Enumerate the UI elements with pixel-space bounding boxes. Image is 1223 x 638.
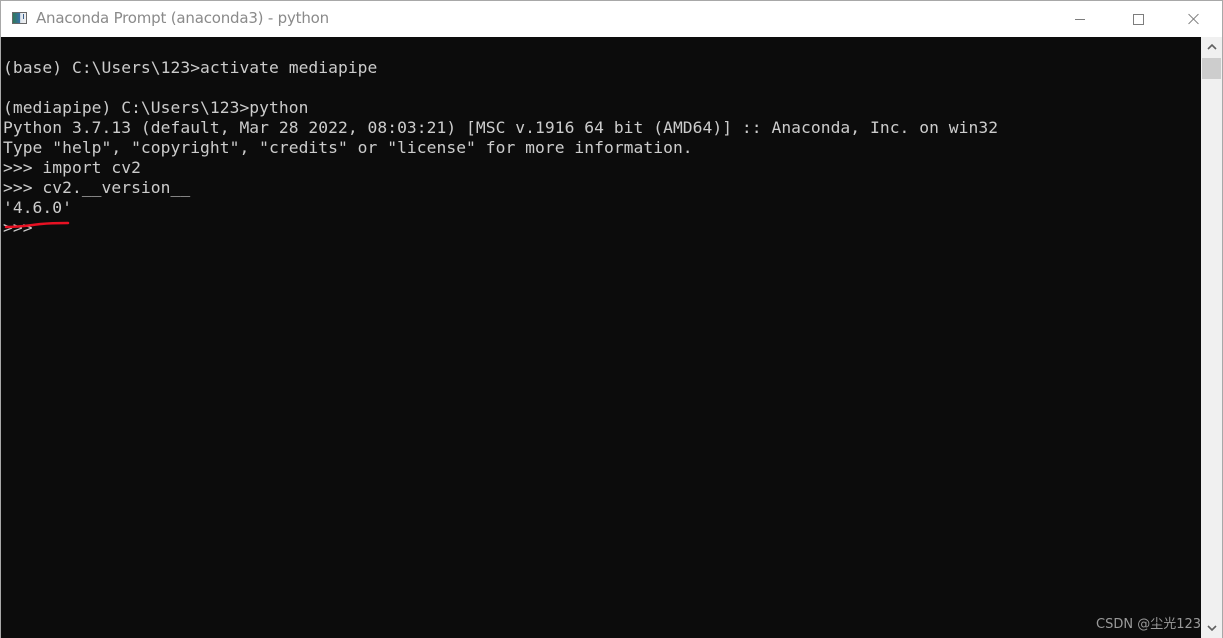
scroll-up-button[interactable] [1201, 37, 1222, 57]
vertical-scrollbar[interactable] [1201, 37, 1222, 638]
maximize-icon [1132, 13, 1144, 25]
maximize-button[interactable] [1109, 1, 1167, 37]
title-bar[interactable]: Anaconda Prompt (anaconda3) - python [1, 1, 1222, 37]
console-line: Type "help", "copyright", "credits" or "… [3, 138, 693, 157]
minimize-icon [1075, 18, 1085, 20]
chevron-up-icon [1206, 44, 1217, 50]
watermark-text: CSDN @尘光123 [1096, 617, 1202, 632]
console-line: >>> cv2.__version__ [3, 178, 191, 197]
console-output[interactable]: (base) C:\Users\123>activate mediapipe (… [1, 37, 1201, 638]
close-icon [1188, 13, 1200, 25]
console-line: >>> import cv2 [3, 158, 141, 177]
close-button[interactable] [1165, 1, 1223, 37]
window-title: Anaconda Prompt (anaconda3) - python [36, 9, 329, 27]
scrollbar-thumb[interactable] [1202, 58, 1221, 79]
scroll-down-button[interactable] [1201, 618, 1222, 638]
chevron-down-icon [1206, 625, 1217, 631]
terminal-window: Anaconda Prompt (anaconda3) - python (ba… [0, 0, 1223, 638]
red-underline-annotation [4, 221, 70, 229]
console-app-icon[interactable] [12, 12, 27, 24]
minimize-button[interactable] [1051, 1, 1109, 37]
console-line: Python 3.7.13 (default, Mar 28 2022, 08:… [3, 118, 999, 137]
console-line: (mediapipe) C:\Users\123>python [3, 98, 309, 117]
console-line: (base) C:\Users\123>activate mediapipe [3, 58, 378, 77]
